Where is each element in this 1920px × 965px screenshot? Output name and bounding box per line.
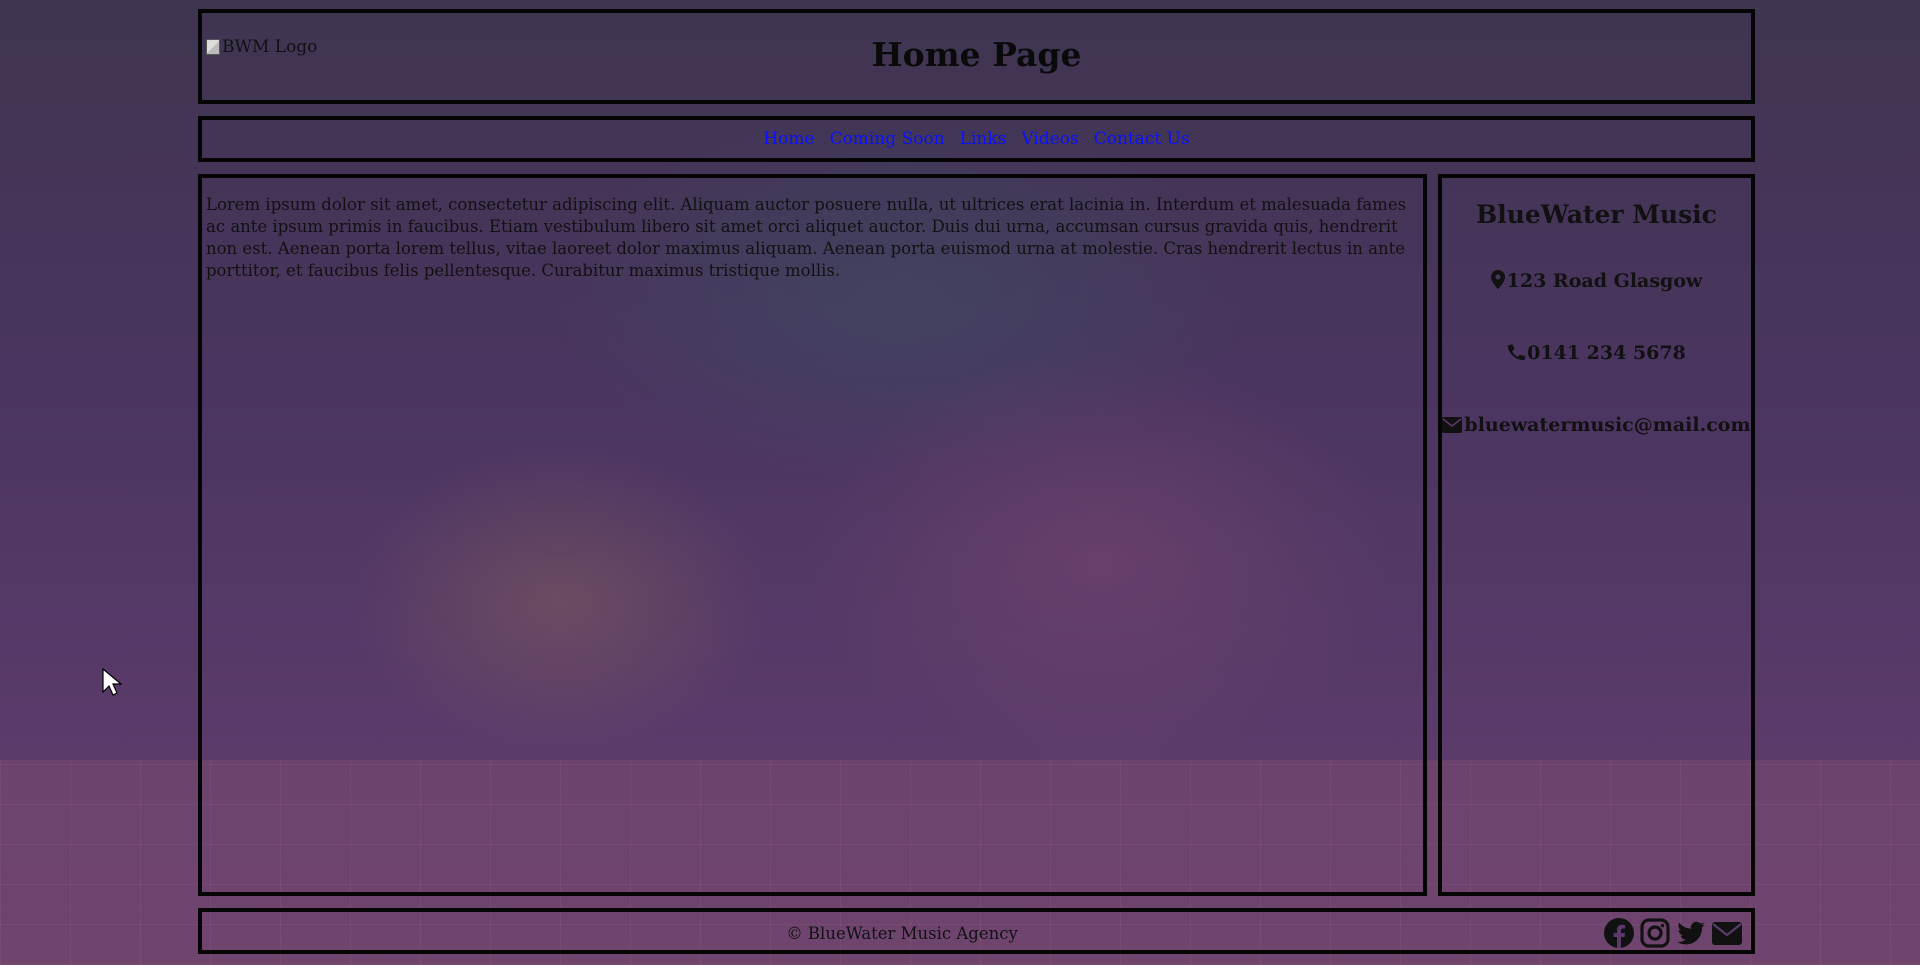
- nav-item-home: Home: [763, 129, 814, 149]
- nav-item-videos: Videos: [1021, 129, 1078, 149]
- body-text: Lorem ipsum dolor sit amet, consectetur …: [206, 195, 1407, 280]
- email-line: bluewatermusic@mail.com: [1442, 414, 1751, 436]
- address-line: 123 Road Glasgow: [1442, 270, 1751, 292]
- nav-link-contact-us[interactable]: Contact Us: [1094, 129, 1190, 149]
- twitter-icon[interactable]: [1675, 917, 1707, 949]
- contact-sidebar: BlueWater Music 123 Road Glasgow 0141 23…: [1438, 174, 1755, 896]
- main-navigation: Home Coming Soon Links Videos Contact Us: [198, 116, 1755, 162]
- nav-item-links: Links: [960, 129, 1007, 149]
- mouse-cursor-icon: [102, 668, 122, 696]
- nav-item-contact-us: Contact Us: [1094, 129, 1190, 149]
- site-header: BWM Logo Home Page: [198, 9, 1755, 104]
- map-marker-icon: [1490, 270, 1505, 289]
- copyright-text: © BlueWater Music Agency: [786, 924, 1018, 943]
- nav-link-videos[interactable]: Videos: [1021, 129, 1078, 149]
- page-title: Home Page: [871, 35, 1082, 74]
- envelope-icon: [1442, 417, 1463, 433]
- email-text: bluewatermusic@mail.com: [1464, 414, 1751, 436]
- envelope-icon[interactable]: [1711, 917, 1743, 949]
- facebook-icon[interactable]: [1603, 917, 1635, 949]
- address-text: 123 Road Glasgow: [1506, 270, 1703, 292]
- nav-link-links[interactable]: Links: [960, 129, 1007, 149]
- phone-line: 0141 234 5678: [1442, 342, 1751, 364]
- phone-icon: [1507, 344, 1526, 361]
- nav-link-home[interactable]: Home: [763, 129, 814, 149]
- social-links: [1603, 917, 1743, 949]
- phone-text: 0141 234 5678: [1527, 342, 1686, 364]
- nav-item-coming-soon: Coming Soon: [830, 129, 945, 149]
- site-footer: © BlueWater Music Agency: [198, 908, 1755, 954]
- nav-list: Home Coming Soon Links Videos Contact Us: [202, 120, 1751, 158]
- main-content: Lorem ipsum dolor sit amet, consectetur …: [198, 174, 1427, 896]
- sidebar-title: BlueWater Music: [1476, 200, 1717, 229]
- instagram-icon[interactable]: [1639, 917, 1671, 949]
- nav-link-coming-soon[interactable]: Coming Soon: [830, 129, 945, 149]
